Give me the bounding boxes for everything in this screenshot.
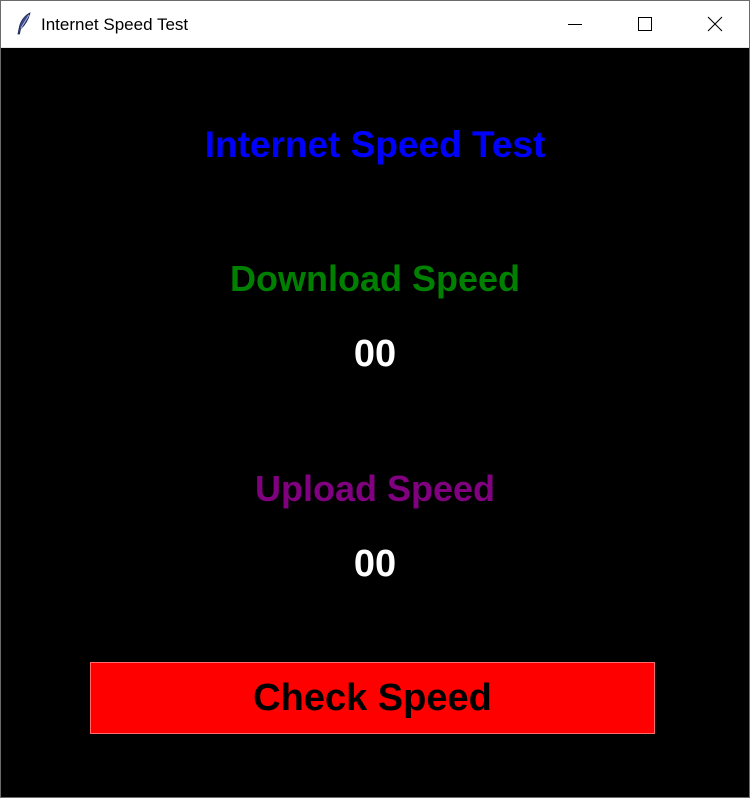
maximize-icon: [638, 17, 652, 31]
upload-speed-value: 00: [353, 543, 397, 585]
check-speed-button[interactable]: Check Speed: [90, 662, 655, 734]
upload-speed-label: Upload Speed: [254, 468, 496, 509]
download-speed-label: Download Speed: [229, 258, 521, 299]
download-speed-value: 00: [353, 333, 397, 375]
app-content: Internet Speed Test Download Speed 00 Up…: [1, 48, 749, 797]
maximize-button[interactable]: [610, 1, 680, 47]
minimize-button[interactable]: [540, 1, 610, 47]
app-window: Internet Speed Test Internet Speed Test …: [0, 0, 750, 798]
window-title: Internet Speed Test: [41, 15, 189, 34]
feather-icon: [15, 12, 33, 36]
close-button[interactable]: [680, 1, 750, 47]
minimize-icon: [568, 24, 582, 25]
close-icon: [707, 16, 723, 32]
title-bar[interactable]: Internet Speed Test: [1, 1, 749, 48]
page-title: Internet Speed Test: [204, 124, 546, 165]
